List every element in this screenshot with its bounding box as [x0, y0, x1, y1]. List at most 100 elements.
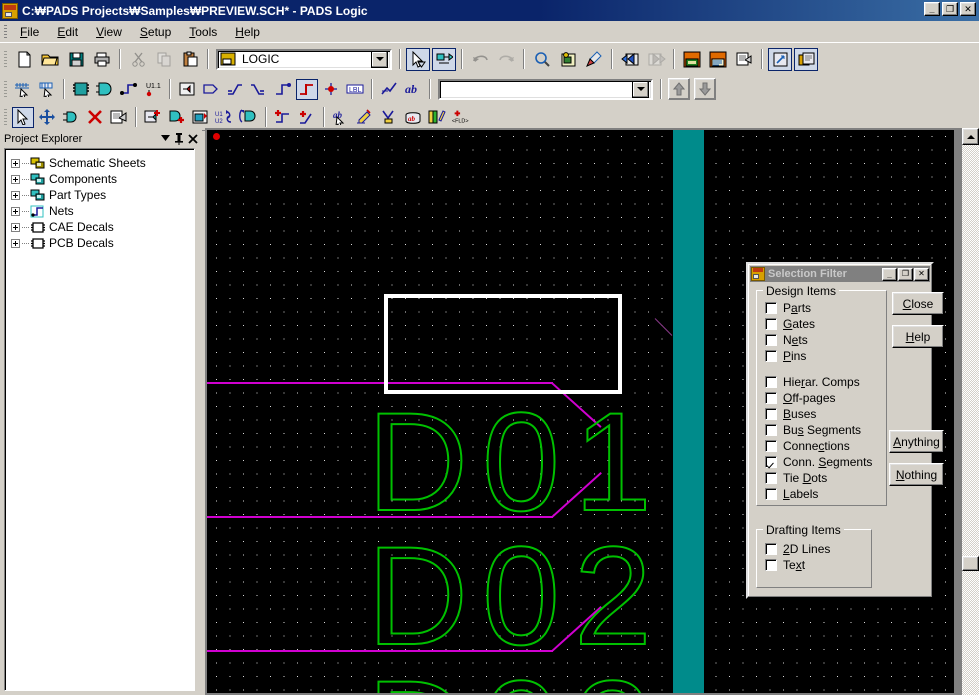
vertical-scrollbar[interactable] [962, 128, 979, 695]
properties-button[interactable] [108, 107, 130, 128]
paste-button[interactable] [178, 48, 202, 71]
print-button[interactable] [90, 48, 114, 71]
project-explorer-button[interactable] [768, 47, 792, 71]
swap-gates-button[interactable]: U1 U2 [214, 107, 236, 128]
expand-plus-icon[interactable] [11, 222, 20, 232]
conn-segment-active-button[interactable] [296, 78, 318, 100]
tree-item-schematic-sheets[interactable]: Schematic Sheets [11, 155, 194, 171]
close-button[interactable]: ✕ [960, 2, 976, 16]
expand-plus-icon[interactable] [11, 190, 20, 200]
checkbox-conn-segments[interactable]: Conn. Segments [765, 454, 882, 470]
toolbar1-grip[interactable] [4, 51, 7, 67]
edit-text-button[interactable] [354, 107, 376, 128]
checkbox-off-pages[interactable]: Off-pages [765, 390, 882, 406]
checkbox-box[interactable] [765, 318, 777, 330]
menu-grip[interactable] [4, 24, 7, 39]
add-connection-button[interactable] [272, 107, 294, 128]
add-gate-button[interactable] [166, 107, 188, 128]
add-part-button[interactable] [70, 79, 92, 100]
select-nets-button[interactable] [12, 79, 34, 100]
pads-router-button[interactable] [706, 48, 730, 71]
checkbox-connections[interactable]: Connections [765, 438, 882, 454]
select-button[interactable] [12, 106, 34, 128]
checkbox-box[interactable] [765, 350, 777, 362]
design-combo[interactable]: LOGIC [216, 48, 392, 70]
close-button[interactable]: Close [892, 292, 944, 315]
move-button[interactable] [36, 107, 58, 128]
save-file-button[interactable] [64, 48, 88, 71]
menu-edit[interactable]: Edit [48, 23, 87, 41]
maximize-button[interactable]: ❐ [942, 2, 958, 16]
checkbox-box[interactable] [765, 543, 777, 555]
checkbox-box[interactable] [765, 440, 777, 452]
forward-button[interactable] [644, 48, 668, 71]
checkbox-box[interactable] [765, 488, 777, 500]
spin-down-button[interactable] [694, 78, 716, 100]
hierarchy-button[interactable] [176, 79, 198, 100]
select-tool-button[interactable] [406, 47, 430, 71]
redraw-button[interactable] [556, 48, 580, 71]
checkbox-box[interactable] [765, 424, 777, 436]
nothing-button[interactable]: Nothing [889, 463, 944, 486]
checkbox-box[interactable] [765, 559, 777, 571]
cut-button[interactable] [126, 48, 150, 71]
menu-view[interactable]: View [87, 23, 131, 41]
net-tool-button[interactable] [432, 47, 456, 71]
selection-filter-dialog[interactable]: Selection Filter _ ❐ ✕ Design Items Part… [746, 262, 944, 599]
delete-button[interactable] [84, 107, 106, 128]
new-file-button[interactable] [12, 48, 36, 71]
design-combo-arrow[interactable] [371, 50, 388, 68]
refresh-paint-button[interactable] [582, 48, 606, 71]
expand-plus-icon[interactable] [11, 206, 20, 216]
checkbox-nets[interactable]: Nets [765, 332, 882, 348]
close-icon[interactable] [186, 132, 200, 146]
expand-plus-icon[interactable] [11, 238, 20, 248]
checkbox-2d-lines[interactable]: 2D Lines [765, 541, 867, 557]
add-part-button[interactable] [142, 107, 164, 128]
spin-up-button[interactable] [668, 78, 690, 100]
checkbox-pins[interactable]: Pins [765, 348, 882, 364]
scroll-up-button[interactable] [962, 128, 979, 145]
dialog-maximize-button[interactable]: ❐ [898, 267, 913, 281]
add-field-button[interactable]: <FLD> [450, 107, 472, 128]
tree-item-part-types[interactable]: Part Types [11, 187, 194, 203]
checkbox-box[interactable] [765, 408, 777, 420]
add-gate-button[interactable] [94, 79, 116, 100]
tree-item-nets[interactable]: Nets [11, 203, 194, 219]
edit-lib-button[interactable] [426, 107, 448, 128]
checkbox-text[interactable]: Text [765, 557, 867, 573]
report-button[interactable] [732, 48, 756, 71]
connection-segment-button[interactable] [272, 79, 294, 100]
pads-layout-button[interactable] [680, 48, 704, 71]
checkbox-hierar-comps[interactable]: Hierar. Comps [765, 374, 882, 390]
dialog-title-bar[interactable]: Selection Filter _ ❐ ✕ [750, 266, 930, 282]
bus-button[interactable] [224, 79, 246, 100]
edit-db-button[interactable]: ab [402, 107, 424, 128]
menu-file[interactable]: File [11, 23, 48, 41]
zoom-button[interactable] [530, 48, 554, 71]
output-window-button[interactable] [794, 47, 818, 71]
line-2d-button[interactable] [378, 79, 400, 100]
net-name-combo-arrow[interactable] [632, 80, 649, 98]
anything-button[interactable]: Anything [889, 430, 944, 453]
menu-help[interactable]: Help [226, 23, 269, 41]
label-button[interactable]: LBL [344, 79, 366, 100]
checkbox-labels[interactable]: Labels [765, 486, 882, 502]
chevron-down-icon[interactable] [158, 132, 172, 146]
dialog-minimize-button[interactable]: _ [882, 267, 897, 281]
checkbox-box[interactable] [765, 472, 777, 484]
checkbox-gates[interactable]: Gates [765, 316, 882, 332]
project-explorer-tree[interactable]: Schematic Sheets Components Part Types N… [4, 148, 195, 691]
checkbox-buses[interactable]: Buses [765, 406, 882, 422]
checkbox-box[interactable] [765, 392, 777, 404]
tie-dot-button[interactable] [320, 79, 342, 100]
off-page-button[interactable] [200, 79, 222, 100]
undo-button[interactable] [468, 48, 492, 71]
scroll-thumb[interactable] [962, 556, 979, 571]
add-reference-button[interactable]: U1.1 [142, 79, 164, 100]
edit-attr-button[interactable] [378, 107, 400, 128]
scrollbar-track[interactable] [962, 145, 979, 695]
swap-pins-button[interactable] [238, 107, 260, 128]
tree-item-pcb-decals[interactable]: PCB Decals [11, 235, 194, 251]
text-button[interactable]: ab [402, 79, 424, 100]
